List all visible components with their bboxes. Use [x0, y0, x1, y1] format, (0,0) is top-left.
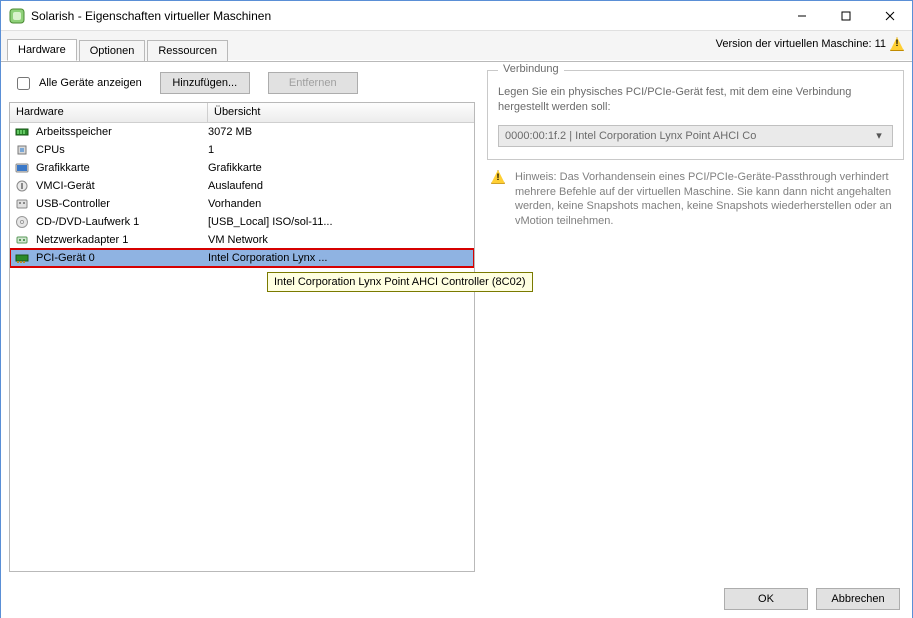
col-overview[interactable]: Übersicht — [208, 103, 474, 122]
tooltip: Intel Corporation Lynx Point AHCI Contro… — [267, 272, 533, 292]
tab-bar: Hardware Optionen Ressourcen Version der… — [1, 31, 912, 61]
row-name: CD-/DVD-Laufwerk 1 — [36, 216, 208, 228]
remove-button: Entfernen — [268, 72, 358, 94]
cd-icon — [14, 214, 30, 230]
title-bar: Solarish - Eigenschaften virtueller Masc… — [1, 1, 912, 31]
row-overview: Grafikkarte — [208, 162, 474, 174]
warning-icon — [491, 170, 507, 229]
table-header: Hardware Übersicht — [10, 103, 474, 123]
hint-row: Hinweis: Das Vorhandensein eines PCI/PCI… — [487, 170, 904, 229]
connection-groupbox: Verbindung Legen Sie ein physisches PCI/… — [487, 70, 904, 160]
pci-device-select[interactable]: 0000:00:1f.2 | Intel Corporation Lynx Po… — [498, 125, 893, 147]
warning-icon — [890, 37, 904, 51]
cancel-button[interactable]: Abbrechen — [816, 588, 900, 610]
table-row[interactable]: VMCI-Gerät Auslaufend — [10, 177, 474, 195]
row-name: CPUs — [36, 144, 208, 156]
row-name: Netzwerkadapter 1 — [36, 234, 208, 246]
groupbox-legend: Verbindung — [498, 63, 564, 75]
table-row[interactable]: Netzwerkadapter 1 VM Network — [10, 231, 474, 249]
table-row[interactable]: USB-Controller Vorhanden — [10, 195, 474, 213]
row-name: PCI-Gerät 0 — [36, 252, 208, 264]
vm-version-label: Version der virtuellen Maschine: 11 — [716, 37, 904, 51]
table-row[interactable]: Arbeitsspeicher 3072 MB — [10, 123, 474, 141]
left-panel: Alle Geräte anzeigen Hinzufügen... Entfe… — [9, 70, 475, 572]
chevron-down-icon: ▾ — [872, 129, 886, 142]
right-panel: Verbindung Legen Sie ein physisches PCI/… — [487, 70, 904, 572]
show-all-devices-label: Alle Geräte anzeigen — [39, 77, 142, 89]
row-name: VMCI-Gerät — [36, 180, 208, 192]
pci-device-select-value: 0000:00:1f.2 | Intel Corporation Lynx Po… — [505, 130, 756, 142]
table-row[interactable]: CPUs 1 — [10, 141, 474, 159]
tab-hardware[interactable]: Hardware — [7, 39, 77, 61]
table-row[interactable]: PCI-Gerät 0 Intel Corporation Lynx ... — [10, 249, 474, 267]
table-row[interactable]: CD-/DVD-Laufwerk 1 [USB_Local] ISO/sol-1… — [10, 213, 474, 231]
nic-icon — [14, 232, 30, 248]
hardware-table: Hardware Übersicht Arbeitsspeicher 3072 … — [9, 102, 475, 572]
add-button[interactable]: Hinzufügen... — [160, 72, 250, 94]
row-overview: VM Network — [208, 234, 474, 246]
tab-resources[interactable]: Ressourcen — [147, 40, 228, 61]
usb-icon — [14, 196, 30, 212]
memory-icon — [14, 124, 30, 140]
ok-button[interactable]: OK — [724, 588, 808, 610]
pci-icon — [14, 250, 30, 266]
row-name: USB-Controller — [36, 198, 208, 210]
app-icon — [9, 8, 25, 24]
col-hardware[interactable]: Hardware — [10, 103, 208, 122]
dialog-footer: OK Abbrechen — [724, 588, 900, 610]
vmci-icon — [14, 178, 30, 194]
show-all-devices-input[interactable] — [17, 77, 30, 90]
minimize-button[interactable] — [780, 1, 824, 30]
row-overview: Intel Corporation Lynx ... — [208, 252, 474, 264]
tab-options[interactable]: Optionen — [79, 40, 146, 61]
cpu-icon — [14, 142, 30, 158]
maximize-button[interactable] — [824, 1, 868, 30]
row-overview: 3072 MB — [208, 126, 474, 138]
row-overview: Auslaufend — [208, 180, 474, 192]
hint-text: Hinweis: Das Vorhandensein eines PCI/PCI… — [515, 170, 900, 229]
row-name: Arbeitsspeicher — [36, 126, 208, 138]
window-controls — [780, 1, 912, 30]
table-row[interactable]: Grafikkarte Grafikkarte — [10, 159, 474, 177]
close-button[interactable] — [868, 1, 912, 30]
row-overview: [USB_Local] ISO/sol-11... — [208, 216, 474, 228]
groupbox-text: Legen Sie ein physisches PCI/PCIe-Gerät … — [498, 85, 893, 115]
video-icon — [14, 160, 30, 176]
row-overview: 1 — [208, 144, 474, 156]
window-title: Solarish - Eigenschaften virtueller Masc… — [31, 9, 271, 23]
vm-version-text: Version der virtuellen Maschine: 11 — [716, 38, 886, 50]
show-all-devices-checkbox[interactable]: Alle Geräte anzeigen — [13, 74, 142, 93]
row-overview: Vorhanden — [208, 198, 474, 210]
row-name: Grafikkarte — [36, 162, 208, 174]
